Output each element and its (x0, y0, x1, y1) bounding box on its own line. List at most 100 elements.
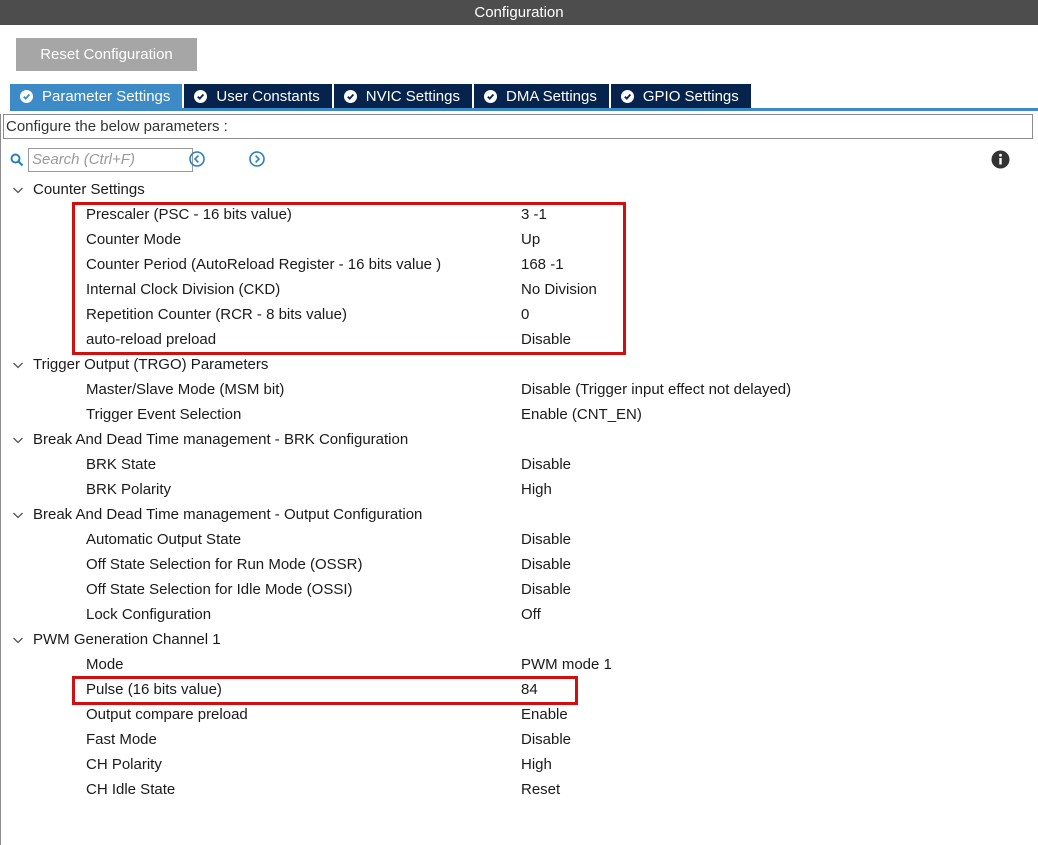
param-row-output-compare-preload[interactable]: Output compare preload Enable (0, 702, 1038, 727)
check-circle-icon (20, 90, 33, 103)
param-name: Pulse (16 bits value) (86, 681, 222, 698)
check-circle-icon (343, 90, 357, 103)
param-name: BRK State (86, 456, 157, 473)
param-name: Fast Mode (86, 731, 157, 748)
tab-label: NVIC Settings (365, 88, 460, 105)
param-value[interactable]: Disable (521, 531, 571, 548)
group-label: PWM Generation Channel 1 (33, 631, 221, 648)
param-value[interactable]: Enable (CNT_EN) (521, 406, 642, 423)
tab-label: GPIO Settings (642, 88, 739, 105)
param-name: Counter Period (AutoReload Register - 16… (86, 256, 442, 273)
param-value[interactable]: 168 -1 (521, 256, 564, 273)
check-circle-icon (484, 90, 497, 103)
param-value[interactable]: 3 -1 (521, 206, 547, 223)
param-row-repetition-counter[interactable]: Repetition Counter (RCR - 8 bits value) … (0, 302, 1038, 327)
param-value[interactable]: Disable (Trigger input effect not delaye… (521, 381, 791, 398)
param-name: Counter Mode (86, 231, 182, 248)
param-row-clock-division[interactable]: Internal Clock Division (CKD) No Divisio… (0, 277, 1038, 302)
param-row-counter-period[interactable]: Counter Period (AutoReload Register - 16… (0, 252, 1038, 277)
param-row-master-slave-mode[interactable]: Master/Slave Mode (MSM bit) Disable (Tri… (0, 377, 1038, 402)
param-row-counter-mode[interactable]: Counter Mode Up (0, 227, 1038, 252)
group-counter-settings[interactable]: Counter Settings (0, 177, 1038, 202)
group-label: Break And Dead Time management - Output … (33, 506, 423, 523)
param-row-trigger-event[interactable]: Trigger Event Selection Enable (CNT_EN) (0, 402, 1038, 427)
param-row-ossi[interactable]: Off State Selection for Idle Mode (OSSI)… (0, 577, 1038, 602)
param-name: auto-reload preload (86, 331, 217, 348)
param-row-auto-reload-preload[interactable]: auto-reload preload Disable (0, 327, 1038, 352)
param-row-fast-mode[interactable]: Fast Mode Disable (0, 727, 1038, 752)
param-row-brk-state[interactable]: BRK State Disable (0, 452, 1038, 477)
group-label: Counter Settings (33, 181, 145, 198)
search-bar (10, 147, 193, 172)
param-row-ossr[interactable]: Off State Selection for Run Mode (OSSR) … (0, 552, 1038, 577)
param-value[interactable]: Reset (521, 781, 560, 798)
tab-label: Parameter Settings (42, 88, 171, 105)
window-title: Configuration (0, 0, 1038, 25)
info-icon[interactable] (991, 150, 1010, 169)
tab-bar: Parameter Settings User Constants NVIC S… (10, 84, 753, 109)
param-value[interactable]: Enable (521, 706, 568, 723)
group-brk-configuration[interactable]: Break And Dead Time management - BRK Con… (0, 427, 1038, 452)
tab-label: DMA Settings (506, 88, 597, 105)
param-value[interactable]: Up (521, 231, 540, 248)
tab-gpio-settings[interactable]: GPIO Settings (610, 84, 751, 109)
check-circle-icon (620, 90, 634, 103)
chevron-down-icon (13, 362, 23, 368)
param-name: BRK Polarity (86, 481, 172, 498)
param-value[interactable]: Disable (521, 556, 571, 573)
chevron-right-circle-icon[interactable] (248, 150, 266, 168)
tab-label: User Constants (216, 88, 320, 105)
chevron-down-icon (13, 187, 23, 193)
param-row-ch-idle-state[interactable]: CH Idle State Reset (0, 777, 1038, 802)
chevron-left-circle-icon[interactable] (188, 150, 206, 168)
param-value[interactable]: Disable (521, 331, 571, 348)
group-label: Break And Dead Time management - BRK Con… (33, 431, 409, 448)
group-output-configuration[interactable]: Break And Dead Time management - Output … (0, 502, 1038, 527)
param-row-lock-configuration[interactable]: Lock Configuration Off (0, 602, 1038, 627)
search-input[interactable] (28, 147, 193, 172)
param-name: CH Idle State (86, 781, 176, 798)
param-name: CH Polarity (86, 756, 162, 773)
parameter-tree: Counter Settings Prescaler (PSC - 16 bit… (0, 177, 1038, 802)
param-value[interactable]: High (521, 481, 552, 498)
param-name: Mode (86, 656, 124, 673)
param-name: Off State Selection for Idle Mode (OSSI) (86, 581, 353, 598)
param-row-automatic-output-state[interactable]: Automatic Output State Disable (0, 527, 1038, 552)
param-name: Automatic Output State (86, 531, 242, 548)
chevron-down-icon (13, 637, 23, 643)
chevron-down-icon (13, 512, 23, 518)
description-bar: Configure the below parameters : (3, 114, 1033, 139)
tab-dma-settings[interactable]: DMA Settings (474, 84, 609, 109)
param-value[interactable]: 84 (521, 681, 538, 698)
param-name: Master/Slave Mode (MSM bit) (86, 381, 285, 398)
check-circle-icon (194, 90, 208, 103)
tab-parameter-settings[interactable]: Parameter Settings (10, 84, 183, 109)
param-name: Repetition Counter (RCR - 8 bits value) (86, 306, 347, 323)
param-row-pulse[interactable]: Pulse (16 bits value) 84 (0, 677, 1038, 702)
param-row-ch-polarity[interactable]: CH Polarity High (0, 752, 1038, 777)
param-value[interactable]: Disable (521, 581, 571, 598)
param-value[interactable]: PWM mode 1 (521, 656, 612, 673)
param-value[interactable]: Disable (521, 731, 571, 748)
param-value[interactable]: Off (521, 606, 541, 623)
param-name: Lock Configuration (86, 606, 212, 623)
group-pwm-channel-1[interactable]: PWM Generation Channel 1 (0, 627, 1038, 652)
param-name: Output compare preload (86, 706, 248, 723)
param-row-prescaler[interactable]: Prescaler (PSC - 16 bits value) 3 -1 (0, 202, 1038, 227)
param-value[interactable]: 0 (521, 306, 529, 323)
group-trigger-output[interactable]: Trigger Output (TRGO) Parameters (0, 352, 1038, 377)
tab-underline (10, 108, 1038, 111)
param-row-mode[interactable]: Mode PWM mode 1 (0, 652, 1038, 677)
param-name: Off State Selection for Run Mode (OSSR) (86, 556, 363, 573)
tab-nvic-settings[interactable]: NVIC Settings (333, 84, 472, 109)
search-icon[interactable] (10, 153, 24, 167)
group-label: Trigger Output (TRGO) Parameters (33, 356, 269, 373)
param-value[interactable]: Disable (521, 456, 571, 473)
param-value[interactable]: High (521, 756, 552, 773)
param-row-brk-polarity[interactable]: BRK Polarity High (0, 477, 1038, 502)
param-name: Prescaler (PSC - 16 bits value) (86, 206, 292, 223)
chevron-down-icon (13, 437, 23, 443)
param-value[interactable]: No Division (521, 281, 597, 298)
tab-user-constants[interactable]: User Constants (184, 84, 332, 109)
reset-configuration-button[interactable]: Reset Configuration (16, 38, 197, 71)
